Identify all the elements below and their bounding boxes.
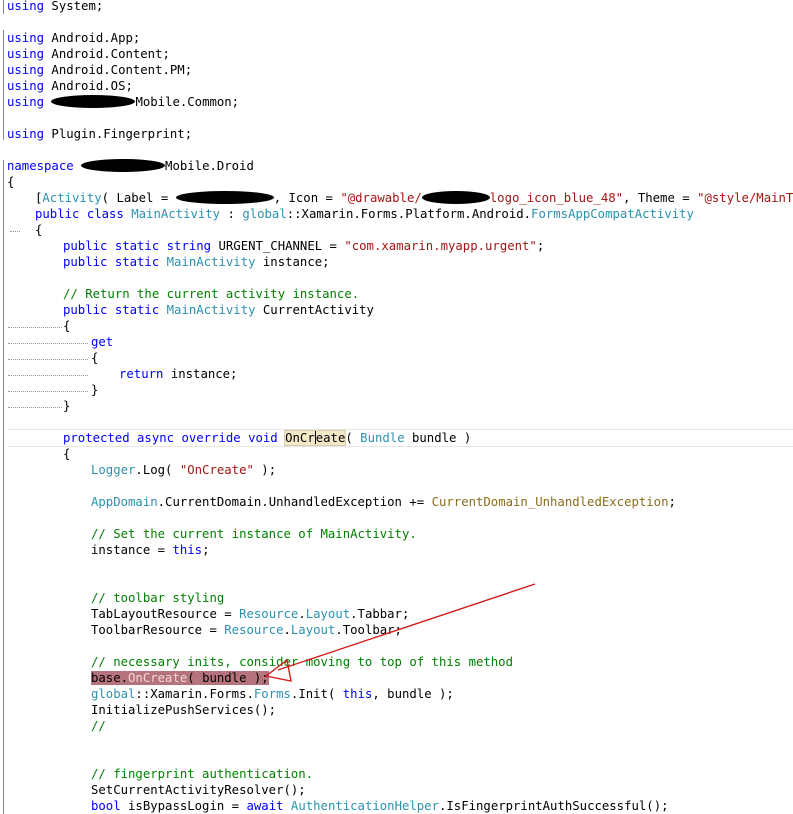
red-arrow-annotation (264, 583, 536, 682)
arrow-shaft (277, 583, 536, 671)
code-editor[interactable]: using System; using Android.App; using A… (0, 0, 793, 814)
